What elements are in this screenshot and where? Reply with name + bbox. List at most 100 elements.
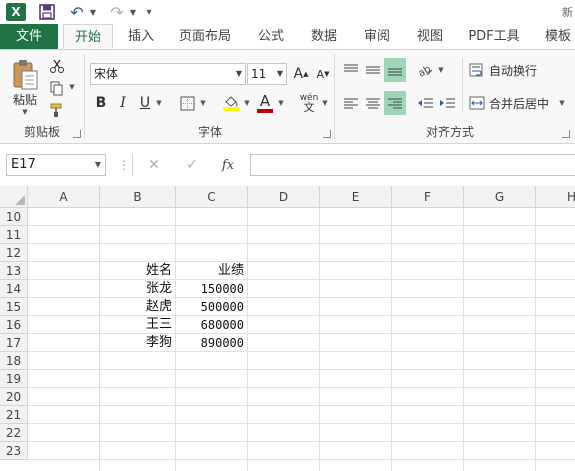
font-color-icon[interactable]: A (254, 91, 276, 115)
column-header-d[interactable]: D (248, 186, 320, 208)
font-size-dropdown-icon[interactable]: ▼ (277, 64, 283, 84)
bold-button[interactable]: B (90, 93, 112, 113)
cell-b13[interactable]: 姓名 (100, 262, 175, 280)
formula-bar-grip-icon[interactable]: ⋮ (118, 156, 130, 174)
format-painter-icon[interactable] (46, 100, 68, 120)
name-box-dropdown-icon[interactable]: ▼ (95, 155, 101, 175)
undo-dropdown-icon[interactable]: ▼ (88, 2, 98, 22)
redo-dropdown-icon[interactable]: ▼ (128, 2, 138, 22)
phonetic-guide-icon[interactable]: wén 文 (297, 91, 321, 115)
customize-qat-icon[interactable]: ▾ (144, 2, 154, 22)
row-header-18[interactable]: 18 (0, 352, 28, 370)
row-header-11[interactable]: 11 (0, 226, 28, 244)
column-header-a[interactable]: A (28, 186, 100, 208)
merge-center-dropdown-icon[interactable]: ▼ (558, 98, 566, 108)
column-header-e[interactable]: E (320, 186, 392, 208)
tab-insert[interactable]: 插入 (118, 24, 164, 49)
row-header-13[interactable]: 13 (0, 262, 28, 280)
cell-b14[interactable]: 张龙 (100, 280, 175, 298)
italic-button[interactable]: I (112, 93, 134, 113)
undo-icon[interactable]: ↶ (68, 2, 86, 22)
row-header-20[interactable]: 20 (0, 388, 28, 406)
save-icon[interactable] (38, 2, 56, 22)
font-launcher-icon[interactable] (323, 130, 331, 138)
row-header-19[interactable]: 19 (0, 370, 28, 388)
formula-input[interactable] (250, 154, 575, 176)
row-header-14[interactable]: 14 (0, 280, 28, 298)
copy-dropdown-icon[interactable]: ▼ (68, 82, 76, 92)
clipboard-launcher-icon[interactable] (73, 130, 81, 138)
row-header-16[interactable]: 16 (0, 316, 28, 334)
row-header-21[interactable]: 21 (0, 406, 28, 424)
tab-home[interactable]: 开始 (63, 24, 113, 49)
orientation-icon[interactable]: ab (414, 60, 436, 80)
tab-pdf-tools[interactable]: PDF工具 (462, 24, 526, 49)
borders-icon[interactable] (176, 93, 198, 113)
row-header-17[interactable]: 17 (0, 334, 28, 352)
merge-center-button[interactable]: 合并后居中 (469, 93, 561, 113)
increase-indent-icon[interactable] (436, 93, 458, 113)
tab-review[interactable]: 审阅 (354, 24, 400, 49)
redo-icon[interactable]: ↷ (108, 2, 126, 22)
name-box[interactable]: E17 ▼ (6, 154, 106, 176)
tab-data[interactable]: 数据 (301, 24, 347, 49)
cell-c14[interactable]: 150000 (176, 280, 247, 298)
fill-color-icon[interactable] (220, 91, 242, 115)
cut-icon[interactable] (46, 56, 68, 76)
cell-c13[interactable]: 业绩 (176, 262, 247, 280)
cell-c15[interactable]: 500000 (176, 298, 247, 316)
fill-color-dropdown-icon[interactable]: ▼ (243, 98, 251, 108)
cell-c17[interactable]: 890000 (176, 334, 247, 352)
align-center-icon[interactable] (362, 93, 384, 113)
column-header-f[interactable]: F (392, 186, 464, 208)
paste-icon[interactable] (10, 58, 40, 92)
cell-b17[interactable]: 李狗 (100, 334, 175, 352)
cell-b15[interactable]: 赵虎 (100, 298, 175, 316)
alignment-launcher-icon[interactable] (562, 130, 570, 138)
gridline (28, 423, 575, 424)
align-bottom-icon[interactable] (384, 58, 406, 82)
tab-file[interactable]: 文件 (0, 24, 58, 49)
row-header-12[interactable]: 12 (0, 244, 28, 262)
enter-icon[interactable]: ✓ (180, 154, 204, 176)
cell-b16[interactable]: 王三 (100, 316, 175, 334)
underline-dropdown-icon[interactable]: ▼ (155, 98, 163, 108)
align-middle-icon[interactable] (362, 60, 384, 80)
row-header-22[interactable]: 22 (0, 424, 28, 442)
tab-view[interactable]: 视图 (407, 24, 453, 49)
worksheet-grid[interactable]: A B C D E F G H 10 11 12 13 14 15 16 17 … (0, 186, 575, 471)
paste-button-label[interactable]: 粘贴 (10, 92, 40, 107)
cancel-icon[interactable]: ✕ (142, 154, 166, 176)
font-size-value: 11 (251, 67, 267, 81)
column-header-h[interactable]: H (536, 186, 575, 208)
phonetic-dropdown-icon[interactable]: ▼ (321, 98, 329, 108)
paste-dropdown-icon[interactable]: ▼ (20, 108, 30, 116)
decrease-font-size-icon[interactable]: A ▼ (312, 64, 334, 84)
tab-formulas[interactable]: 公式 (248, 24, 294, 49)
decrease-indent-icon[interactable] (414, 93, 436, 113)
row-header-23[interactable]: 23 (0, 442, 28, 460)
column-header-b[interactable]: B (100, 186, 176, 208)
borders-dropdown-icon[interactable]: ▼ (199, 98, 207, 108)
align-left-icon[interactable] (340, 93, 362, 113)
font-color-dropdown-icon[interactable]: ▼ (277, 98, 285, 108)
column-header-c[interactable]: C (176, 186, 248, 208)
underline-button[interactable]: U (134, 93, 156, 113)
increase-font-size-icon[interactable]: A ▲ (290, 64, 312, 84)
wrap-text-button[interactable]: 自动换行 (469, 60, 549, 80)
font-size-select[interactable]: 11 ▼ (247, 63, 287, 85)
font-name-select[interactable]: 宋体 ▼ (90, 63, 246, 85)
row-header-10[interactable]: 10 (0, 208, 28, 226)
column-header-g[interactable]: G (464, 186, 536, 208)
align-right-icon[interactable] (384, 91, 406, 115)
align-top-icon[interactable] (340, 60, 362, 80)
copy-icon[interactable] (46, 78, 68, 98)
orientation-dropdown-icon[interactable]: ▼ (437, 65, 445, 75)
tab-page-layout[interactable]: 页面布局 (172, 24, 238, 49)
tab-templates[interactable]: 模板 (536, 24, 575, 49)
cell-c16[interactable]: 680000 (176, 316, 247, 334)
insert-function-button[interactable]: fx (216, 154, 240, 176)
font-name-dropdown-icon[interactable]: ▼ (236, 64, 242, 84)
select-all-button[interactable] (0, 186, 28, 208)
row-header-15[interactable]: 15 (0, 298, 28, 316)
